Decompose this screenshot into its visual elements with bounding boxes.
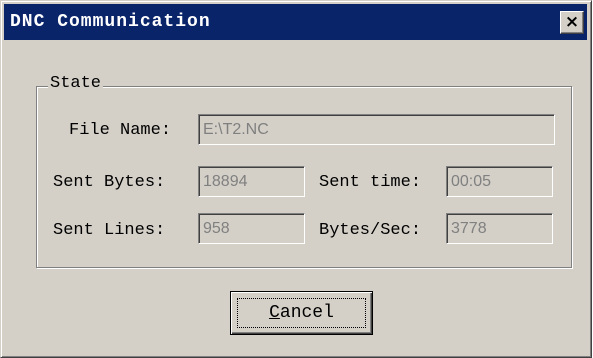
close-icon: × <box>564 12 580 32</box>
bytes-per-sec-label: Bytes/Sec: <box>319 221 422 240</box>
close-button[interactable]: × <box>560 11 584 34</box>
group-label-state: State <box>48 74 104 93</box>
sent-time-label: Sent time: <box>319 173 422 192</box>
sent-lines-field: 958 <box>198 213 305 244</box>
bytes-per-sec-field: 3778 <box>446 213 553 244</box>
file-name-field: E:\T2.NC <box>198 114 555 145</box>
window-title: DNC Communication <box>10 12 211 32</box>
sent-bytes-field: 18894 <box>198 166 305 197</box>
sent-lines-label: Sent Lines: <box>53 221 166 240</box>
sent-bytes-label: Sent Bytes: <box>53 173 166 192</box>
title-bar[interactable]: DNC Communication × <box>4 4 587 40</box>
cancel-button[interactable]: Cancel <box>230 291 373 335</box>
cancel-focus-rect: Cancel <box>237 298 366 328</box>
dnc-communication-dialog: DNC Communication × State File Name: E:\… <box>0 0 592 358</box>
sent-time-field: 00:05 <box>446 166 553 197</box>
cancel-mnemonic: C <box>269 303 280 323</box>
file-name-label: File Name: <box>69 121 172 140</box>
cancel-label: ancel <box>279 303 334 323</box>
